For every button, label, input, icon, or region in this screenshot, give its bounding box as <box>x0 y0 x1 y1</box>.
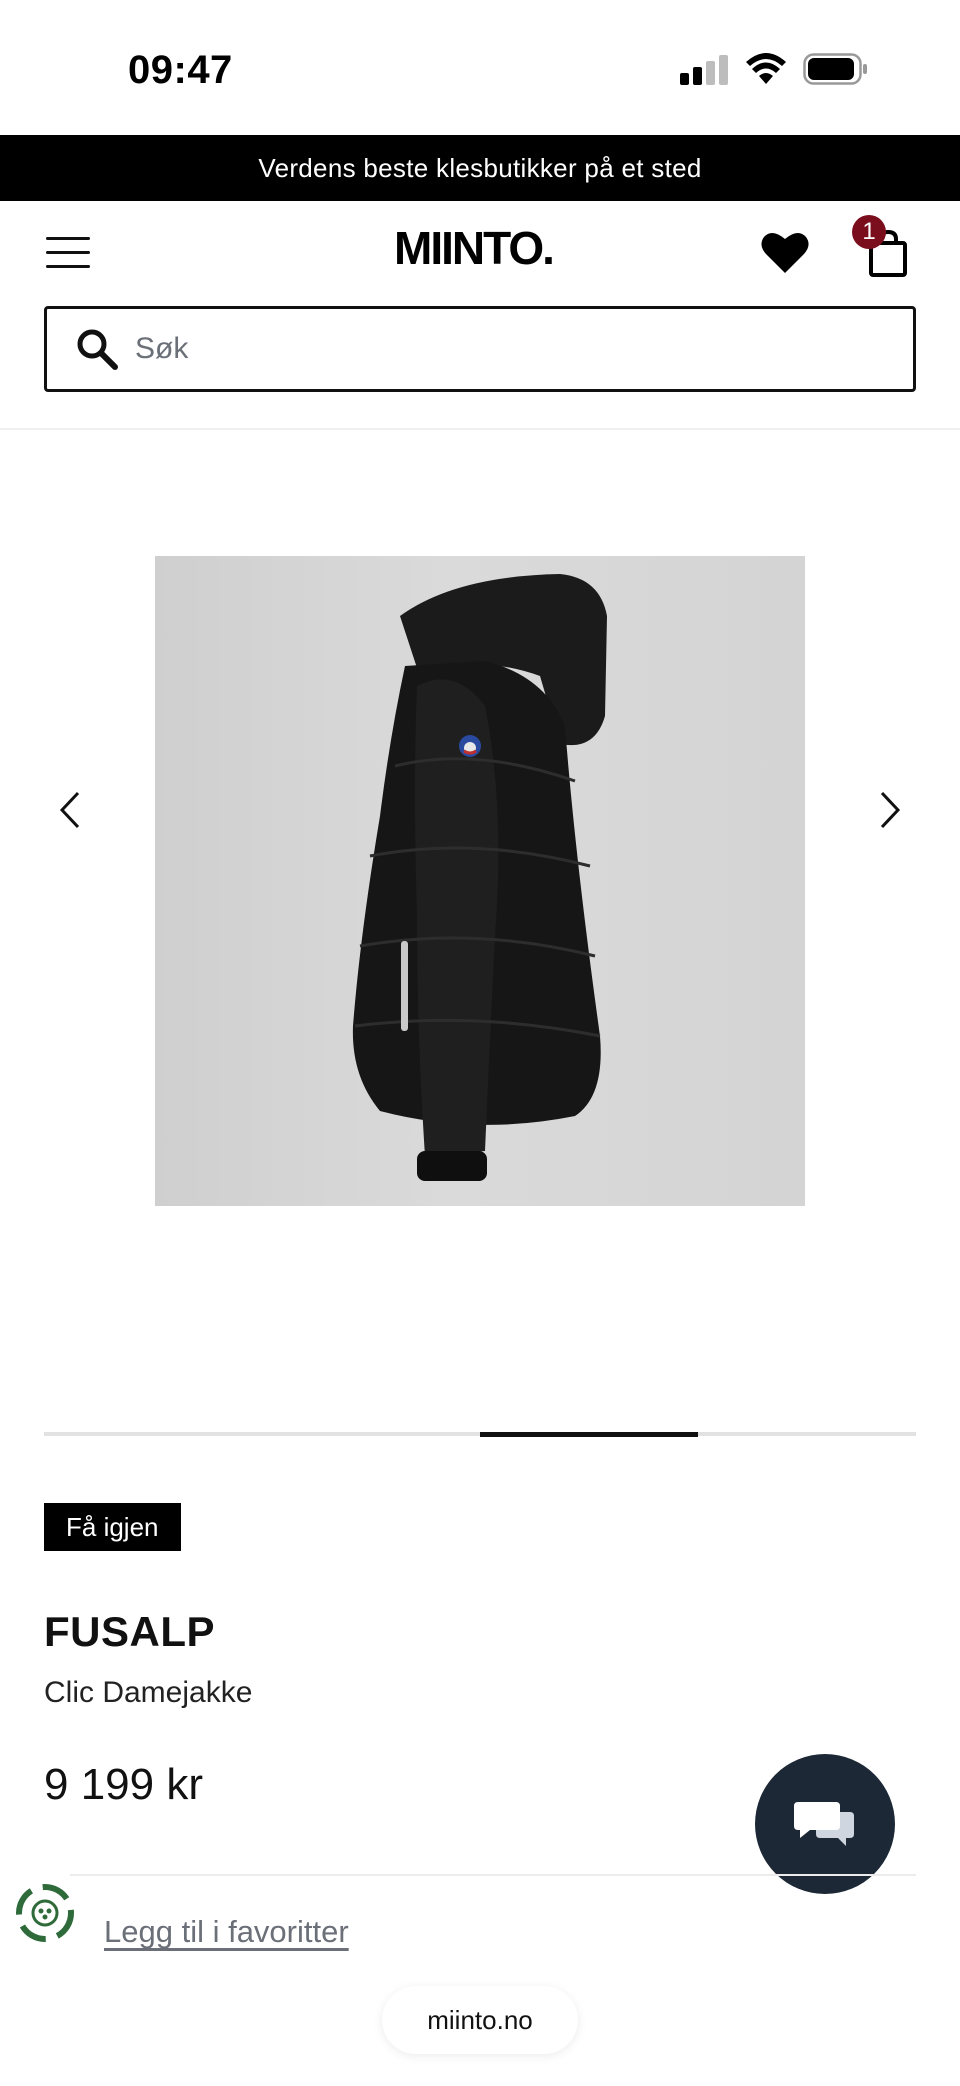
cart-count-badge: 1 <box>852 215 886 249</box>
product-name: Clic Damejakke <box>44 1676 253 1709</box>
actions-divider <box>70 1874 916 1876</box>
search-icon <box>77 329 118 370</box>
site-header: MIINTO. 1 <box>0 201 960 301</box>
recycle-icon[interactable] <box>14 1882 76 1944</box>
status-time: 09:47 <box>128 48 233 92</box>
promo-text: Verdens beste klesbutikker på et sted <box>258 152 702 183</box>
chat-bubbles-icon <box>794 1802 854 1846</box>
signal-strength-icon <box>680 55 730 85</box>
carousel-progress-indicator <box>480 1432 698 1437</box>
product-price: 9 199 kr <box>44 1760 203 1809</box>
product-image-carousel[interactable] <box>0 430 960 1420</box>
promo-banner: Verdens beste klesbutikker på et sted <box>0 135 960 201</box>
chevron-right-icon[interactable] <box>870 785 910 835</box>
chevron-left-icon[interactable] <box>50 785 90 835</box>
product-brand[interactable]: FUSALP <box>44 1608 215 1656</box>
hamburger-menu-icon[interactable] <box>46 235 90 271</box>
chat-button[interactable] <box>755 1754 895 1894</box>
wifi-icon <box>746 53 786 84</box>
browser-url-pill[interactable]: miinto.no <box>382 1986 578 2054</box>
heart-icon[interactable] <box>760 229 810 275</box>
battery-icon <box>803 53 867 85</box>
product-image[interactable] <box>155 556 805 1206</box>
cashback-tag: Få igjen <box>44 1503 181 1551</box>
search-input[interactable]: Søk <box>44 306 916 392</box>
status-bar: 09:47 <box>0 0 960 135</box>
search-placeholder: Søk <box>135 332 189 365</box>
miinto-logo[interactable]: MIINTO. <box>394 221 555 275</box>
add-to-favorites-link[interactable]: Legg til i favoritter <box>104 1914 349 1950</box>
jacket-illustration <box>352 574 607 1181</box>
carousel-progress-track <box>44 1432 916 1437</box>
